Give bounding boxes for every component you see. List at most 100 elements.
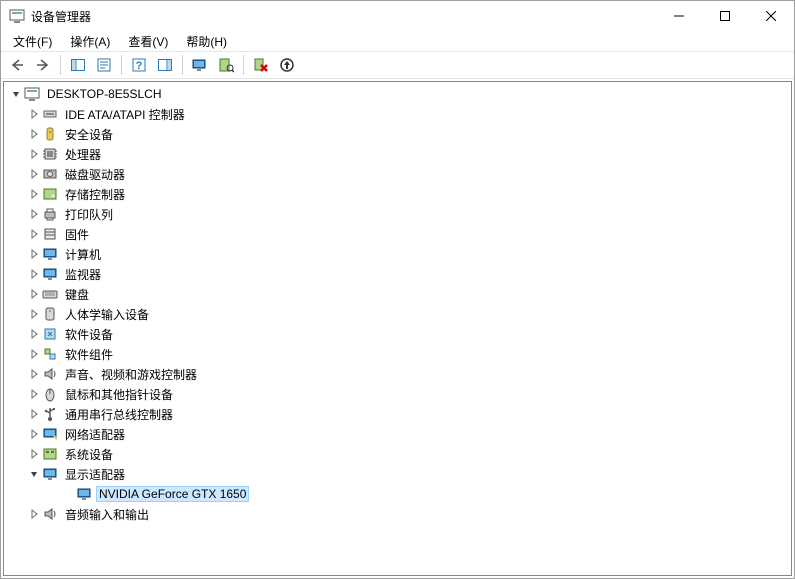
tree-node-label: 固件 (62, 225, 92, 244)
svg-text:?: ? (136, 60, 143, 72)
printer-icon (42, 206, 58, 222)
update-driver-button[interactable] (188, 53, 212, 77)
chevron-right-icon[interactable] (26, 186, 42, 202)
tree-node-ide[interactable]: IDE ATA/ATAPI 控制器 (4, 104, 791, 124)
show-tree-button[interactable] (66, 53, 90, 77)
toolbar: ? (1, 51, 794, 79)
tree-node-sound[interactable]: 音频输入和输出 (4, 504, 791, 524)
tree-node-label: 键盘 (62, 285, 92, 304)
tree-node-storage[interactable]: 存储控制器 (4, 184, 791, 204)
minimize-button[interactable] (656, 1, 702, 31)
system-icon (42, 446, 58, 462)
menu-file[interactable]: 文件(F) (5, 31, 60, 52)
pane-right-icon (157, 57, 173, 73)
tree-node-security[interactable]: 安全设备 (4, 124, 791, 144)
tree-node-system[interactable]: 系统设备 (4, 444, 791, 464)
chevron-right-icon[interactable] (26, 146, 42, 162)
device-manager-window: 设备管理器 文件(F) 操作(A) 查看(V) 帮助(H) (0, 0, 795, 579)
tree-node-label: 声音、视频和游戏控制器 (62, 365, 200, 384)
chevron-right-icon[interactable] (26, 506, 42, 522)
chevron-right-icon[interactable] (26, 406, 42, 422)
properties-icon (96, 57, 112, 73)
maximize-button[interactable] (702, 1, 748, 31)
toolbar-separator (243, 55, 244, 75)
close-button[interactable] (748, 1, 794, 31)
chevron-right-icon[interactable] (26, 326, 42, 342)
chevron-right-icon[interactable] (26, 266, 42, 282)
tree-node-sound[interactable]: 声音、视频和游戏控制器 (4, 364, 791, 384)
tree-node-printer[interactable]: 打印队列 (4, 204, 791, 224)
monitor-refresh-icon (192, 57, 208, 73)
usb-icon (42, 406, 58, 422)
chevron-right-icon[interactable] (26, 286, 42, 302)
back-button[interactable] (5, 53, 29, 77)
chevron-right-icon[interactable] (26, 246, 42, 262)
ide-icon (42, 106, 58, 122)
chevron-right-icon[interactable] (26, 306, 42, 322)
menu-help[interactable]: 帮助(H) (178, 31, 235, 52)
disable-button[interactable] (275, 53, 299, 77)
properties-button[interactable] (92, 53, 116, 77)
tree-node-firmware[interactable]: 固件 (4, 224, 791, 244)
chevron-down-icon[interactable] (8, 86, 24, 102)
tree-node-disk[interactable]: 磁盘驱动器 (4, 164, 791, 184)
tree-node-label: 安全设备 (62, 125, 116, 144)
tree-node-network[interactable]: 网络适配器 (4, 424, 791, 444)
tree-node-display[interactable]: 显示适配器 (4, 464, 791, 484)
tree-node-label: 通用串行总线控制器 (62, 405, 176, 424)
tree-node-hid[interactable]: 人体学输入设备 (4, 304, 791, 324)
chevron-right-icon[interactable] (26, 426, 42, 442)
uninstall-icon (253, 57, 269, 73)
tree-node-usb[interactable]: 通用串行总线控制器 (4, 404, 791, 424)
chevron-right-icon[interactable] (26, 106, 42, 122)
window-title: 设备管理器 (31, 8, 656, 25)
help-icon: ? (131, 57, 147, 73)
chevron-right-icon[interactable] (26, 206, 42, 222)
tree-node-label: 存储控制器 (62, 185, 128, 204)
tree-node-label: 软件组件 (62, 345, 116, 364)
mouse-icon (42, 386, 58, 402)
tree-node-display-child-0[interactable]: NVIDIA GeForce GTX 1650 (4, 484, 791, 504)
toolbar-separator (182, 55, 183, 75)
tree-node-label: 磁盘驱动器 (62, 165, 128, 184)
action-pane-button[interactable] (153, 53, 177, 77)
tree-pane-icon (70, 57, 86, 73)
computerRoot-icon (24, 86, 40, 102)
toolbar-separator (60, 55, 61, 75)
chevron-right-icon[interactable] (26, 386, 42, 402)
chevron-right-icon[interactable] (26, 126, 42, 142)
tree-node-label: 软件设备 (62, 325, 116, 344)
chevron-right-icon[interactable] (26, 346, 42, 362)
chevron-right-icon[interactable] (26, 226, 42, 242)
monitor-icon (42, 266, 58, 282)
tree-node-monitor[interactable]: 监视器 (4, 264, 791, 284)
titlebar: 设备管理器 (1, 1, 794, 31)
tree-node-computer[interactable]: 计算机 (4, 244, 791, 264)
tree-node-label: 监视器 (62, 265, 104, 284)
tree-node-cpu[interactable]: 处理器 (4, 144, 791, 164)
menu-view[interactable]: 查看(V) (120, 31, 176, 52)
tree-node-keyboard[interactable]: 键盘 (4, 284, 791, 304)
tree-node-component[interactable]: 软件组件 (4, 344, 791, 364)
scan-hardware-button[interactable] (214, 53, 238, 77)
chevron-down-icon[interactable] (26, 466, 42, 482)
tree-node-software[interactable]: 软件设备 (4, 324, 791, 344)
tree-node-root[interactable]: DESKTOP-8E5SLCH (4, 84, 791, 104)
arrow-right-icon (35, 57, 51, 73)
disk-icon (42, 166, 58, 182)
sound-icon (42, 366, 58, 382)
app-icon (9, 8, 25, 24)
uninstall-button[interactable] (249, 53, 273, 77)
security-icon (42, 126, 58, 142)
component-icon (42, 346, 58, 362)
chevron-right-icon[interactable] (26, 446, 42, 462)
forward-button[interactable] (31, 53, 55, 77)
device-tree[interactable]: DESKTOP-8E5SLCHIDE ATA/ATAPI 控制器安全设备处理器磁… (3, 81, 792, 576)
help-button[interactable]: ? (127, 53, 151, 77)
menu-action[interactable]: 操作(A) (62, 31, 118, 52)
tree-node-label: 人体学输入设备 (62, 305, 152, 324)
storage-icon (42, 186, 58, 202)
tree-node-mouse[interactable]: 鼠标和其他指针设备 (4, 384, 791, 404)
chevron-right-icon[interactable] (26, 166, 42, 182)
chevron-right-icon[interactable] (26, 366, 42, 382)
